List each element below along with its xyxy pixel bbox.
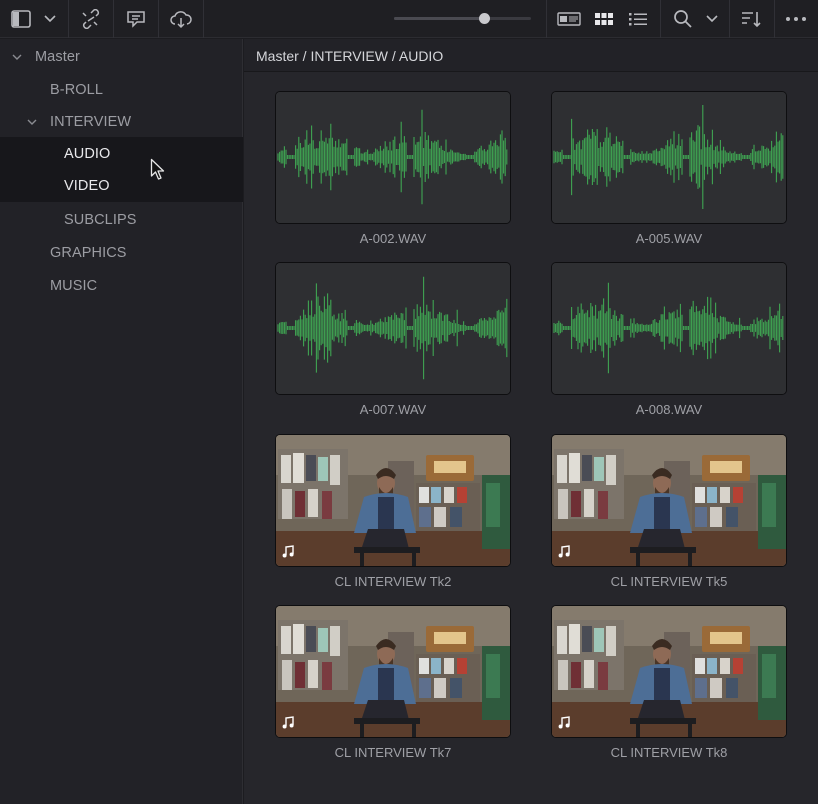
chevron-down-icon[interactable]	[26, 116, 38, 128]
waveform-thumbnail	[551, 262, 787, 395]
waveform-icon	[552, 92, 786, 223]
bin-label: MUSIC	[50, 277, 98, 294]
bin-label: B-ROLL	[50, 81, 103, 98]
bin-label: Master	[35, 48, 80, 65]
bin-graphics[interactable]: GRAPHICS	[0, 236, 243, 269]
music-note-icon	[282, 545, 294, 558]
waveform-icon	[276, 92, 510, 223]
music-note-icon	[558, 545, 570, 558]
waveform-thumbnail	[275, 262, 511, 395]
bin-label: SUBCLIPS	[64, 211, 137, 228]
clip-name: CL INTERVIEW Tk2	[334, 574, 452, 589]
metadata-view-icon[interactable]	[553, 0, 585, 38]
bin-audio[interactable]: AUDIO	[0, 137, 243, 170]
chevron-down-icon[interactable]	[11, 51, 23, 63]
interview-frame	[276, 606, 510, 737]
bin-label: INTERVIEW	[50, 113, 132, 130]
comment-icon[interactable]	[114, 0, 158, 38]
toolbar-divider	[774, 0, 775, 38]
bin-subclips[interactable]: SUBCLIPS	[0, 203, 243, 236]
bin-master[interactable]: Master	[0, 40, 243, 73]
clip-name: CL INTERVIEW Tk5	[610, 574, 728, 589]
breadcrumb-path: Master / INTERVIEW / AUDIO	[256, 48, 444, 64]
interview-frame	[552, 606, 786, 737]
waveform-thumbnail	[551, 91, 787, 224]
sidebar-toggle-icon[interactable]	[6, 0, 36, 38]
more-icon[interactable]	[778, 0, 814, 38]
clip-name: A-002.WAV	[359, 231, 427, 246]
link-icon[interactable]	[69, 0, 113, 38]
bin-label: GRAPHICS	[50, 244, 127, 261]
bin-list: Master B-ROLL INTERVIEW AUDIO VIDEO SUBC…	[0, 39, 243, 804]
toolbar-divider	[729, 0, 730, 38]
video-thumbnail	[275, 605, 511, 738]
cloud-icon[interactable]	[159, 0, 203, 38]
sort-icon[interactable]	[734, 0, 768, 38]
video-thumbnail	[551, 434, 787, 567]
bin-b-roll[interactable]: B-ROLL	[0, 73, 243, 106]
list-view-icon[interactable]	[624, 0, 652, 38]
media-pool: Master / INTERVIEW / AUDIO A-002.WAV A-0…	[244, 39, 818, 804]
waveform-thumbnail	[275, 91, 511, 224]
interview-frame	[276, 435, 510, 566]
toolbar-divider	[203, 0, 204, 38]
clip-name: CL INTERVIEW Tk8	[610, 745, 728, 760]
clip-name: A-008.WAV	[635, 402, 703, 417]
music-note-icon	[558, 716, 570, 729]
clip-name: CL INTERVIEW Tk7	[334, 745, 452, 760]
video-thumbnail	[551, 605, 787, 738]
video-thumbnail	[275, 434, 511, 567]
toolbar-divider	[660, 0, 661, 38]
clip-name: A-005.WAV	[635, 231, 703, 246]
chevron-down-icon[interactable]	[38, 0, 62, 38]
zoom-slider-fill	[394, 17, 485, 20]
toolbar	[0, 0, 818, 38]
bin-music[interactable]: MUSIC	[0, 269, 243, 302]
bin-label: VIDEO	[64, 178, 110, 194]
music-note-icon	[282, 716, 294, 729]
waveform-icon	[552, 263, 786, 394]
mouse-pointer-icon	[150, 158, 165, 180]
toolbar-divider	[546, 0, 547, 38]
clip-name: A-007.WAV	[359, 402, 427, 417]
search-options-chevron-icon[interactable]	[700, 0, 724, 38]
waveform-icon	[276, 263, 510, 394]
bin-interview[interactable]: INTERVIEW	[0, 105, 243, 138]
interview-frame	[552, 435, 786, 566]
zoom-slider[interactable]	[394, 13, 531, 24]
breadcrumb: Master / INTERVIEW / AUDIO	[244, 39, 818, 72]
bin-label: AUDIO	[64, 145, 111, 162]
zoom-slider-handle[interactable]	[479, 13, 491, 24]
bin-video[interactable]: VIDEO	[0, 170, 243, 202]
thumbnail-view-icon[interactable]	[590, 0, 618, 38]
search-icon[interactable]	[668, 0, 698, 38]
